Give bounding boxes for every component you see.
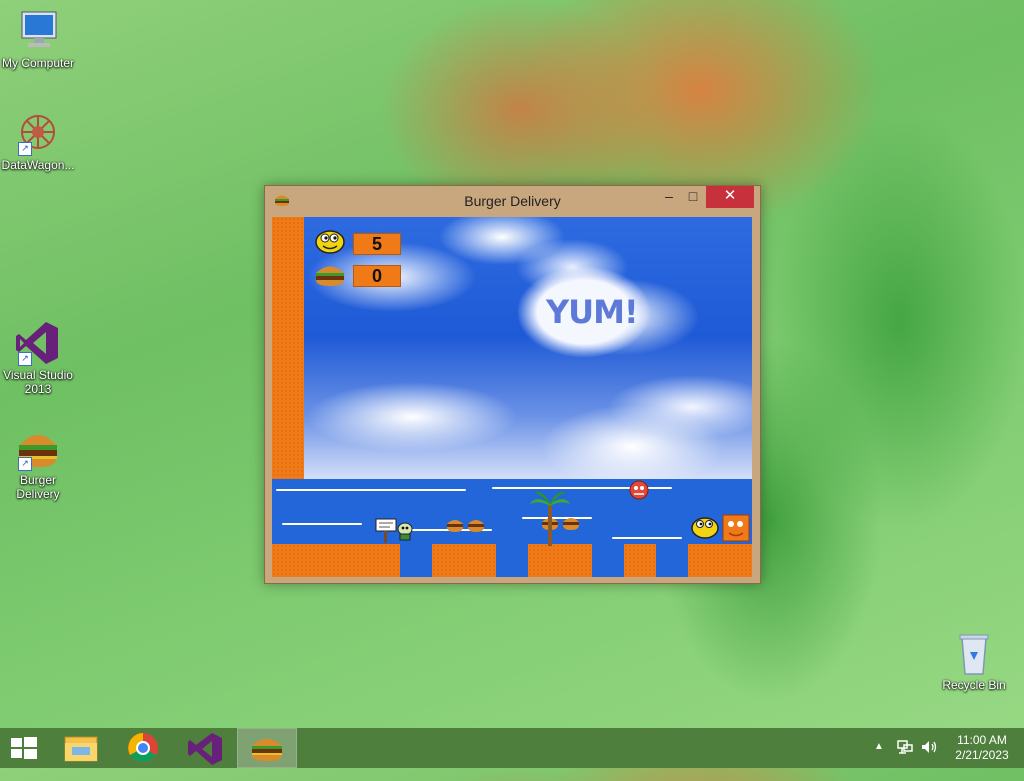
burger-icon: ↗ <box>14 425 62 471</box>
chrome-icon <box>128 733 158 763</box>
taskbar: ▲ 11:00 AM 2/21/2023 <box>0 728 1024 768</box>
taskbar-burger-delivery[interactable] <box>237 728 297 768</box>
sign-icon <box>375 518 397 549</box>
clock-time: 11:00 AM <box>957 733 1007 747</box>
taskbar-chrome[interactable] <box>114 729 172 767</box>
datawagon-icon: ↗ <box>14 110 62 156</box>
desktop-icon-my-computer[interactable]: My Computer <box>0 8 76 70</box>
lives-icon <box>314 229 346 260</box>
windows-logo-icon <box>11 737 37 759</box>
desktop-icon-visual-studio[interactable]: ↗ Visual Studio 2013 <box>0 320 76 396</box>
system-clock[interactable]: 11:00 AM 2/21/2023 <box>944 733 1020 763</box>
start-button[interactable] <box>0 729 58 767</box>
platform-block <box>432 544 496 577</box>
desktop-icon-datawagon[interactable]: ↗ DataWagon... <box>0 110 76 172</box>
desktop-icon-label: Burger Delivery <box>16 473 60 501</box>
shortcut-arrow-icon: ↗ <box>18 457 32 471</box>
left-wall <box>272 217 304 479</box>
desktop-icon-label: Visual Studio 2013 <box>3 368 73 396</box>
show-hidden-icons-chevron-icon[interactable]: ▲ <box>874 741 884 781</box>
yellow-blob-character-icon <box>690 515 720 544</box>
platform-block <box>624 544 656 577</box>
desktop-icon-label: DataWagon... <box>1 158 75 172</box>
taskbar-visual-studio[interactable] <box>176 729 234 767</box>
close-button[interactable]: ✕ <box>706 186 754 208</box>
minimize-button[interactable]: – <box>657 186 681 208</box>
wave-line <box>282 523 362 525</box>
visual-studio-icon <box>188 733 222 765</box>
enemy-ball-icon <box>628 479 650 506</box>
yum-text: YUM! <box>546 293 639 331</box>
maximize-button[interactable]: □ <box>681 186 705 208</box>
lives-counter: 5 <box>353 233 401 255</box>
recycle-bin-icon <box>950 630 998 676</box>
desktop-icon-recycle-bin[interactable]: Recycle Bin <box>936 630 1012 692</box>
shortcut-arrow-icon: ↗ <box>18 142 32 156</box>
burger-pickup-icon <box>446 517 486 538</box>
platform-block <box>688 544 752 577</box>
burger-delivery-window[interactable]: Burger Delivery – □ ✕ 5 0 YUM! <box>264 185 761 584</box>
orange-customer-icon <box>722 514 750 547</box>
network-icon[interactable] <box>896 739 914 779</box>
clock-date: 2/21/2023 <box>955 748 1009 762</box>
window-titlebar[interactable]: Burger Delivery – □ ✕ <box>265 186 760 216</box>
game-canvas[interactable]: 5 0 YUM! <box>272 217 752 577</box>
folder-icon <box>64 736 98 762</box>
desktop-icon-label: My Computer <box>1 56 75 70</box>
yum-cloud: YUM! <box>518 267 650 357</box>
palm-tree-icon <box>530 490 570 551</box>
player-character-icon <box>396 521 414 548</box>
burger-count-icon <box>314 263 346 292</box>
desktop-icon-burger-delivery[interactable]: ↗ Burger Delivery <box>0 425 76 501</box>
wave-line <box>276 489 466 491</box>
desktop-icon-label: Recycle Bin <box>942 678 1006 692</box>
shortcut-arrow-icon: ↗ <box>18 352 32 366</box>
visual-studio-icon: ↗ <box>14 320 62 366</box>
burger-counter: 0 <box>353 265 401 287</box>
volume-icon[interactable] <box>920 739 938 779</box>
burger-icon <box>252 739 282 761</box>
computer-icon <box>14 8 62 54</box>
wave-line <box>612 537 682 539</box>
taskbar-file-explorer[interactable] <box>52 729 110 767</box>
